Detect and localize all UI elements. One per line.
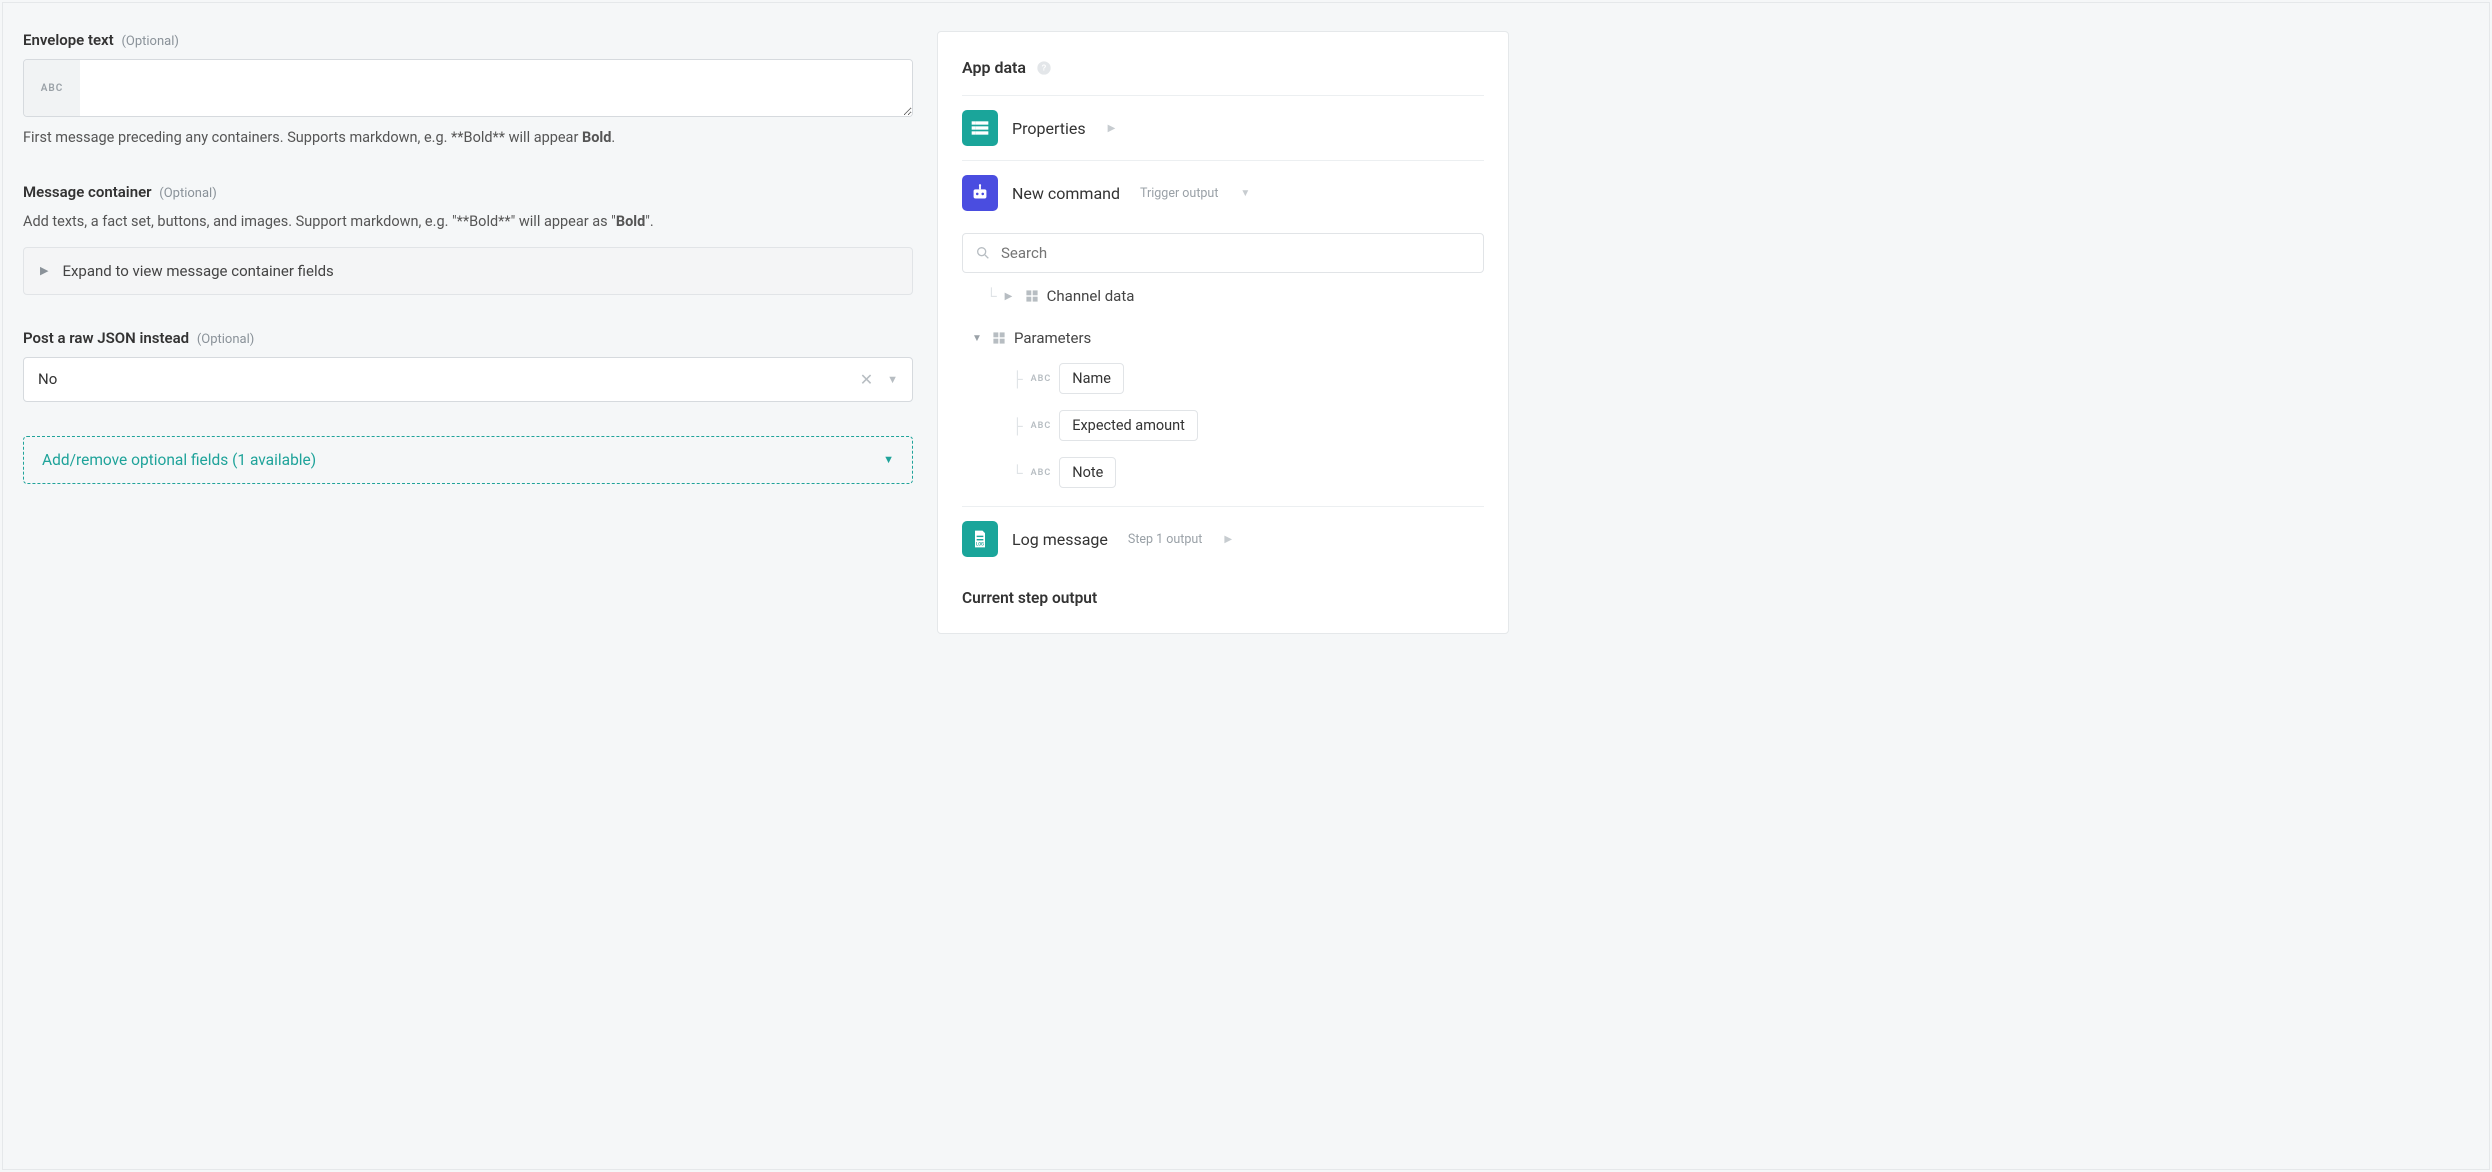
abc-type-icon: ABC — [1031, 374, 1052, 384]
message-container-optional: (Optional) — [159, 186, 216, 201]
tree-param-note: └ ABC Note — [968, 449, 1484, 496]
message-container-label: Message container — [23, 183, 152, 201]
param-chip-note[interactable]: Note — [1059, 457, 1116, 488]
envelope-text-input-group: ABC — [23, 59, 913, 117]
tree-guide-icon: └ — [1012, 464, 1023, 482]
caret-right-icon: ▶ — [40, 264, 48, 277]
param-chip-name[interactable]: Name — [1059, 363, 1124, 394]
abc-prefix-badge: ABC — [24, 60, 80, 116]
properties-label: Properties — [1012, 119, 1086, 138]
optional-fields-label: Add/remove optional fields (1 available) — [42, 451, 316, 469]
new-command-label: New command — [1012, 184, 1120, 203]
grid-icon — [1025, 289, 1039, 303]
abc-type-icon: ABC — [1031, 421, 1052, 431]
chevron-down-icon: ▼ — [1240, 188, 1250, 199]
app-data-panel: App data ? Properties ▶ New command Trig… — [937, 31, 1509, 634]
tree-param-name: ├ ABC Name — [968, 355, 1484, 402]
envelope-helper-text: First message preceding any containers. … — [23, 127, 913, 149]
search-box[interactable] — [962, 233, 1484, 273]
chevron-down-icon: ▼ — [887, 373, 898, 386]
tree-param-expected-amount: ├ ABC Expected amount — [968, 402, 1484, 449]
caret-right-icon: ▶ — [1108, 123, 1116, 134]
svg-text:LOG: LOG — [976, 543, 984, 548]
svg-text:?: ? — [1042, 63, 1047, 72]
current-step-output-label: Current step output — [962, 589, 1484, 607]
expand-container-fields[interactable]: ▶ Expand to view message container field… — [23, 247, 913, 295]
app-data-title: App data — [962, 58, 1026, 77]
tree-item-parameters[interactable]: ▼ Parameters — [968, 321, 1484, 355]
new-command-row[interactable]: New command Trigger output ▼ — [962, 160, 1484, 225]
param-chip-expected-amount[interactable]: Expected amount — [1059, 410, 1198, 441]
properties-row[interactable]: Properties ▶ — [962, 95, 1484, 160]
raw-json-value: No — [38, 370, 860, 388]
caret-right-icon: ▶ — [1005, 291, 1017, 302]
parameters-label: Parameters — [1014, 329, 1091, 347]
bot-icon — [962, 175, 998, 211]
list-icon — [962, 110, 998, 146]
abc-type-icon: ABC — [1031, 468, 1052, 478]
envelope-text-input[interactable] — [80, 60, 912, 116]
search-input[interactable] — [1001, 244, 1471, 262]
grid-icon — [992, 331, 1006, 345]
raw-json-select[interactable]: No ✕ ▼ — [23, 357, 913, 402]
tree-guide-icon: ├ — [1012, 417, 1023, 435]
add-remove-optional-fields[interactable]: Add/remove optional fields (1 available)… — [23, 436, 913, 484]
search-icon — [975, 245, 991, 261]
caret-right-icon: ▶ — [1224, 534, 1232, 545]
expand-container-label: Expand to view message container fields — [62, 262, 333, 280]
channel-data-label: Channel data — [1047, 287, 1135, 305]
raw-json-optional: (Optional) — [197, 332, 254, 347]
envelope-text-optional: (Optional) — [121, 34, 178, 49]
log-message-subtitle: Step 1 output — [1128, 532, 1203, 547]
raw-json-field: Post a raw JSON instead (Optional) No ✕ … — [23, 329, 913, 402]
envelope-text-label: Envelope text — [23, 31, 114, 49]
close-icon[interactable]: ✕ — [860, 370, 873, 389]
log-message-row[interactable]: LOG Log message Step 1 output ▶ — [962, 506, 1484, 571]
new-command-subtitle: Trigger output — [1140, 186, 1218, 201]
log-message-label: Log message — [1012, 530, 1108, 549]
message-container-helper: Add texts, a fact set, buttons, and imag… — [23, 211, 913, 233]
message-container-field: Message container (Optional) Add texts, … — [23, 183, 913, 295]
tree-guide-icon: └ — [986, 287, 997, 305]
tree-guide-icon: ├ — [1012, 370, 1023, 388]
tree-item-channel-data[interactable]: └ ▶ Channel data — [968, 279, 1484, 313]
chevron-down-icon: ▼ — [883, 453, 894, 466]
caret-down-icon: ▼ — [972, 333, 984, 344]
help-icon[interactable]: ? — [1036, 60, 1052, 76]
envelope-text-field: Envelope text (Optional) ABC First messa… — [23, 31, 913, 149]
log-icon: LOG — [962, 521, 998, 557]
raw-json-label: Post a raw JSON instead — [23, 329, 189, 347]
